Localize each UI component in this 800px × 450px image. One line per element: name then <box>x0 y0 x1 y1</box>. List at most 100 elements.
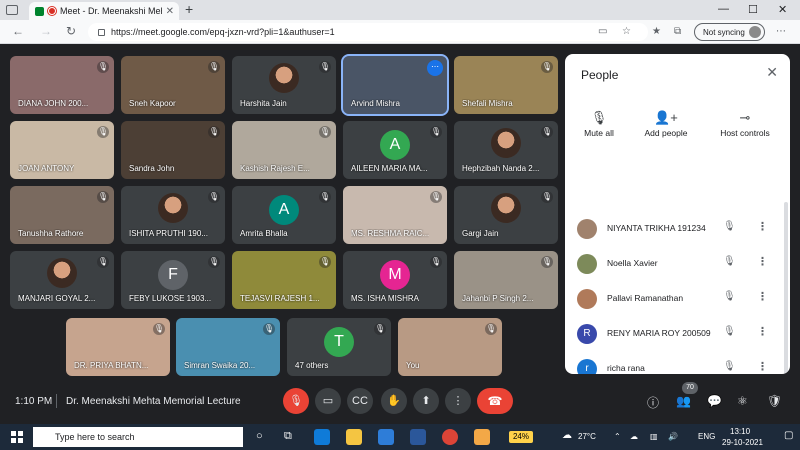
mic-off-icon[interactable]: 🎙 <box>723 221 736 232</box>
person-options-icon[interactable]: ⋮ <box>757 360 768 373</box>
person-options-icon[interactable]: ⋮ <box>757 220 768 233</box>
word-icon[interactable] <box>410 429 426 445</box>
person-options-icon[interactable]: ⋮ <box>757 290 768 303</box>
edge-icon[interactable] <box>314 429 330 445</box>
participant-tile[interactable]: 🎙 ISHITA PRUTHI 190... <box>121 186 225 244</box>
tile-options-icon[interactable]: ⋯ <box>427 60 443 76</box>
forward-icon[interactable]: → <box>40 24 52 38</box>
participant-tile[interactable]: F 🎙 FEBY LUKOSE 1903... <box>121 251 225 309</box>
people-list-item[interactable]: r richa rana 🎙 ⋮ <box>565 352 790 374</box>
mic-off-icon[interactable]: 🎙 <box>723 326 736 337</box>
close-tab-icon[interactable]: ✕ <box>166 6 174 17</box>
participant-tile[interactable]: 🎙 Tanushha Rathore <box>10 186 114 244</box>
photos-icon[interactable] <box>474 429 490 445</box>
clock-date[interactable]: 29-10-2021 <box>722 438 763 447</box>
participant-tile[interactable]: 🎙 MANJARI GOYAL 2... <box>10 251 114 309</box>
network-icon[interactable]: ▥ <box>650 432 658 441</box>
mic-toggle-button[interactable]: 🎙 <box>283 388 309 414</box>
profile-sync-button[interactable]: Not syncing <box>694 23 765 41</box>
favorites-icon[interactable]: ★ <box>652 26 661 37</box>
windows-start-icon[interactable] <box>11 431 23 443</box>
close-icon[interactable]: ✕ <box>766 64 778 81</box>
maximize-button[interactable]: ☐ <box>748 3 758 16</box>
participant-tile[interactable]: 🎙 DR. PRIYA BHATN... <box>66 318 170 376</box>
minimize-button[interactable]: — <box>718 3 729 15</box>
clock-time[interactable]: 13:10 <box>730 427 750 436</box>
captions-button[interactable]: CC <box>347 388 373 414</box>
participant-tile[interactable]: 🎙 Sneh Kapoor <box>121 56 225 114</box>
back-icon[interactable]: ← <box>12 24 24 38</box>
participant-tile[interactable]: A 🎙 Amrita Bhalla <box>232 186 336 244</box>
collections-icon[interactable]: ⧉ <box>674 26 681 37</box>
participant-tile[interactable]: 🎙 TEJASVI RAJESH 1... <box>232 251 336 309</box>
close-window-button[interactable]: ✕ <box>778 3 787 16</box>
camera-toggle-button[interactable]: ▭ <box>315 388 341 414</box>
people-list-item[interactable]: R RENY MARIA ROY 200509 🎙 ⋮ <box>565 317 790 351</box>
camera-in-use-icon[interactable]: ▭ <box>598 26 607 37</box>
participant-tile[interactable]: M 🎙 MS. ISHA MISHRA <box>343 251 447 309</box>
participant-tile[interactable]: 🎙 Shefali Mishra <box>454 56 558 114</box>
participant-tile[interactable]: T 🎙 47 others <box>287 318 391 376</box>
mute-all-button[interactable]: 🎙 Mute all <box>579 110 619 138</box>
participant-tile[interactable]: 🎙 Harshita Jain <box>232 56 336 114</box>
present-button[interactable]: ⬆ <box>413 388 439 414</box>
participant-tile[interactable]: 🎙 MS. RESHMA RAIC... <box>343 186 447 244</box>
taskbar-search[interactable]: Type here to search <box>33 427 243 447</box>
people-icon[interactable]: 👥 <box>676 394 691 408</box>
volume-icon[interactable]: 🔊 <box>668 432 678 441</box>
notifications-icon[interactable]: ▢ <box>784 430 793 441</box>
cortana-icon[interactable]: ○ <box>256 430 263 442</box>
url-field[interactable]: https://meet.google.com/epq-jxzn-vrd?pli… <box>88 23 648 41</box>
battery-indicator[interactable]: 24% <box>509 431 533 443</box>
language-indicator[interactable]: ENG <box>698 432 715 441</box>
chrome-icon[interactable] <box>442 429 458 445</box>
participant-tile[interactable]: 🎙 Sandra John <box>121 121 225 179</box>
person-options-icon[interactable]: ⋮ <box>757 325 768 338</box>
more-options-button[interactable]: ⋮ <box>445 388 471 414</box>
info-icon[interactable]: ⓘ <box>647 394 659 411</box>
workspaces-icon[interactable] <box>6 5 18 15</box>
participant-tile[interactable]: ⋯ Arvind Mishra <box>341 54 449 116</box>
add-people-button[interactable]: 👤+ Add people <box>639 110 693 138</box>
temperature[interactable]: 27°C <box>578 432 596 441</box>
participant-tile[interactable]: 🎙 DIANA JOHN 200... <box>10 56 114 114</box>
person-options-icon[interactable]: ⋮ <box>757 255 768 268</box>
mail-icon[interactable] <box>378 429 394 445</box>
bookmark-icon[interactable]: ☆ <box>622 26 631 37</box>
participant-photo <box>158 193 188 223</box>
activities-icon[interactable]: ⚛ <box>737 394 748 408</box>
mic-off-icon: 🎙 <box>430 256 442 268</box>
refresh-icon[interactable]: ↻ <box>66 24 76 38</box>
tray-overflow-icon[interactable]: ⌃ <box>614 432 621 441</box>
people-list-item[interactable]: NIYANTA TRIKHA 191234 🎙 ⋮ <box>565 212 790 246</box>
mic-off-icon[interactable]: 🎙 <box>723 361 736 372</box>
participant-tile[interactable]: 🎙 You <box>398 318 502 376</box>
new-tab-button[interactable]: + <box>185 1 193 17</box>
participant-tile[interactable]: 🎙 Hephzibah Nanda 2... <box>454 121 558 179</box>
participant-tile[interactable]: 🎙 Kashish Rajesh E... <box>232 121 336 179</box>
people-list-item[interactable]: Noella Xavier 🎙 ⋮ <box>565 247 790 281</box>
people-scrollbar[interactable] <box>784 202 788 374</box>
leave-call-button[interactable]: ☎ <box>477 388 513 414</box>
host-safety-icon[interactable]: 🛡 <box>767 394 782 408</box>
people-list-item[interactable]: Pallavi Ramanathan 🎙 ⋮ <box>565 282 790 316</box>
mic-off-icon[interactable]: 🎙 <box>723 256 736 267</box>
participant-tile[interactable]: A 🎙 AILEEN MARIA MA... <box>343 121 447 179</box>
participant-tile[interactable]: 🎙 JOAN ANTONY <box>10 121 114 179</box>
browser-tab[interactable]: Meet - Dr. Meenakshi Mehta ✕ <box>29 2 179 20</box>
participant-tile[interactable]: 🎙 Jahanbi P Singh 2... <box>454 251 558 309</box>
weather-icon[interactable]: ☁ <box>562 430 572 441</box>
more-menu-icon[interactable]: ⋯ <box>776 26 786 37</box>
participant-tile[interactable]: 🎙 Gargi Jain <box>454 186 558 244</box>
raise-hand-button[interactable]: ✋ <box>381 388 407 414</box>
mic-off-icon[interactable]: 🎙 <box>723 291 736 302</box>
file-explorer-icon[interactable] <box>346 429 362 445</box>
participant-tile[interactable]: 🎙 Simran Swaika 20... <box>176 318 280 376</box>
task-view-icon[interactable]: ⧉ <box>284 430 292 443</box>
participant-name: Tanushha Rathore <box>18 229 84 238</box>
chat-icon[interactable]: 💬 <box>707 394 722 408</box>
participant-name: Shefali Mishra <box>462 99 513 108</box>
onedrive-icon[interactable]: ☁ <box>630 432 638 441</box>
host-controls-button[interactable]: ⊸ Host controls <box>715 110 775 138</box>
meeting-title: Dr. Meenakshi Mehta Memorial Lecture <box>66 396 241 407</box>
